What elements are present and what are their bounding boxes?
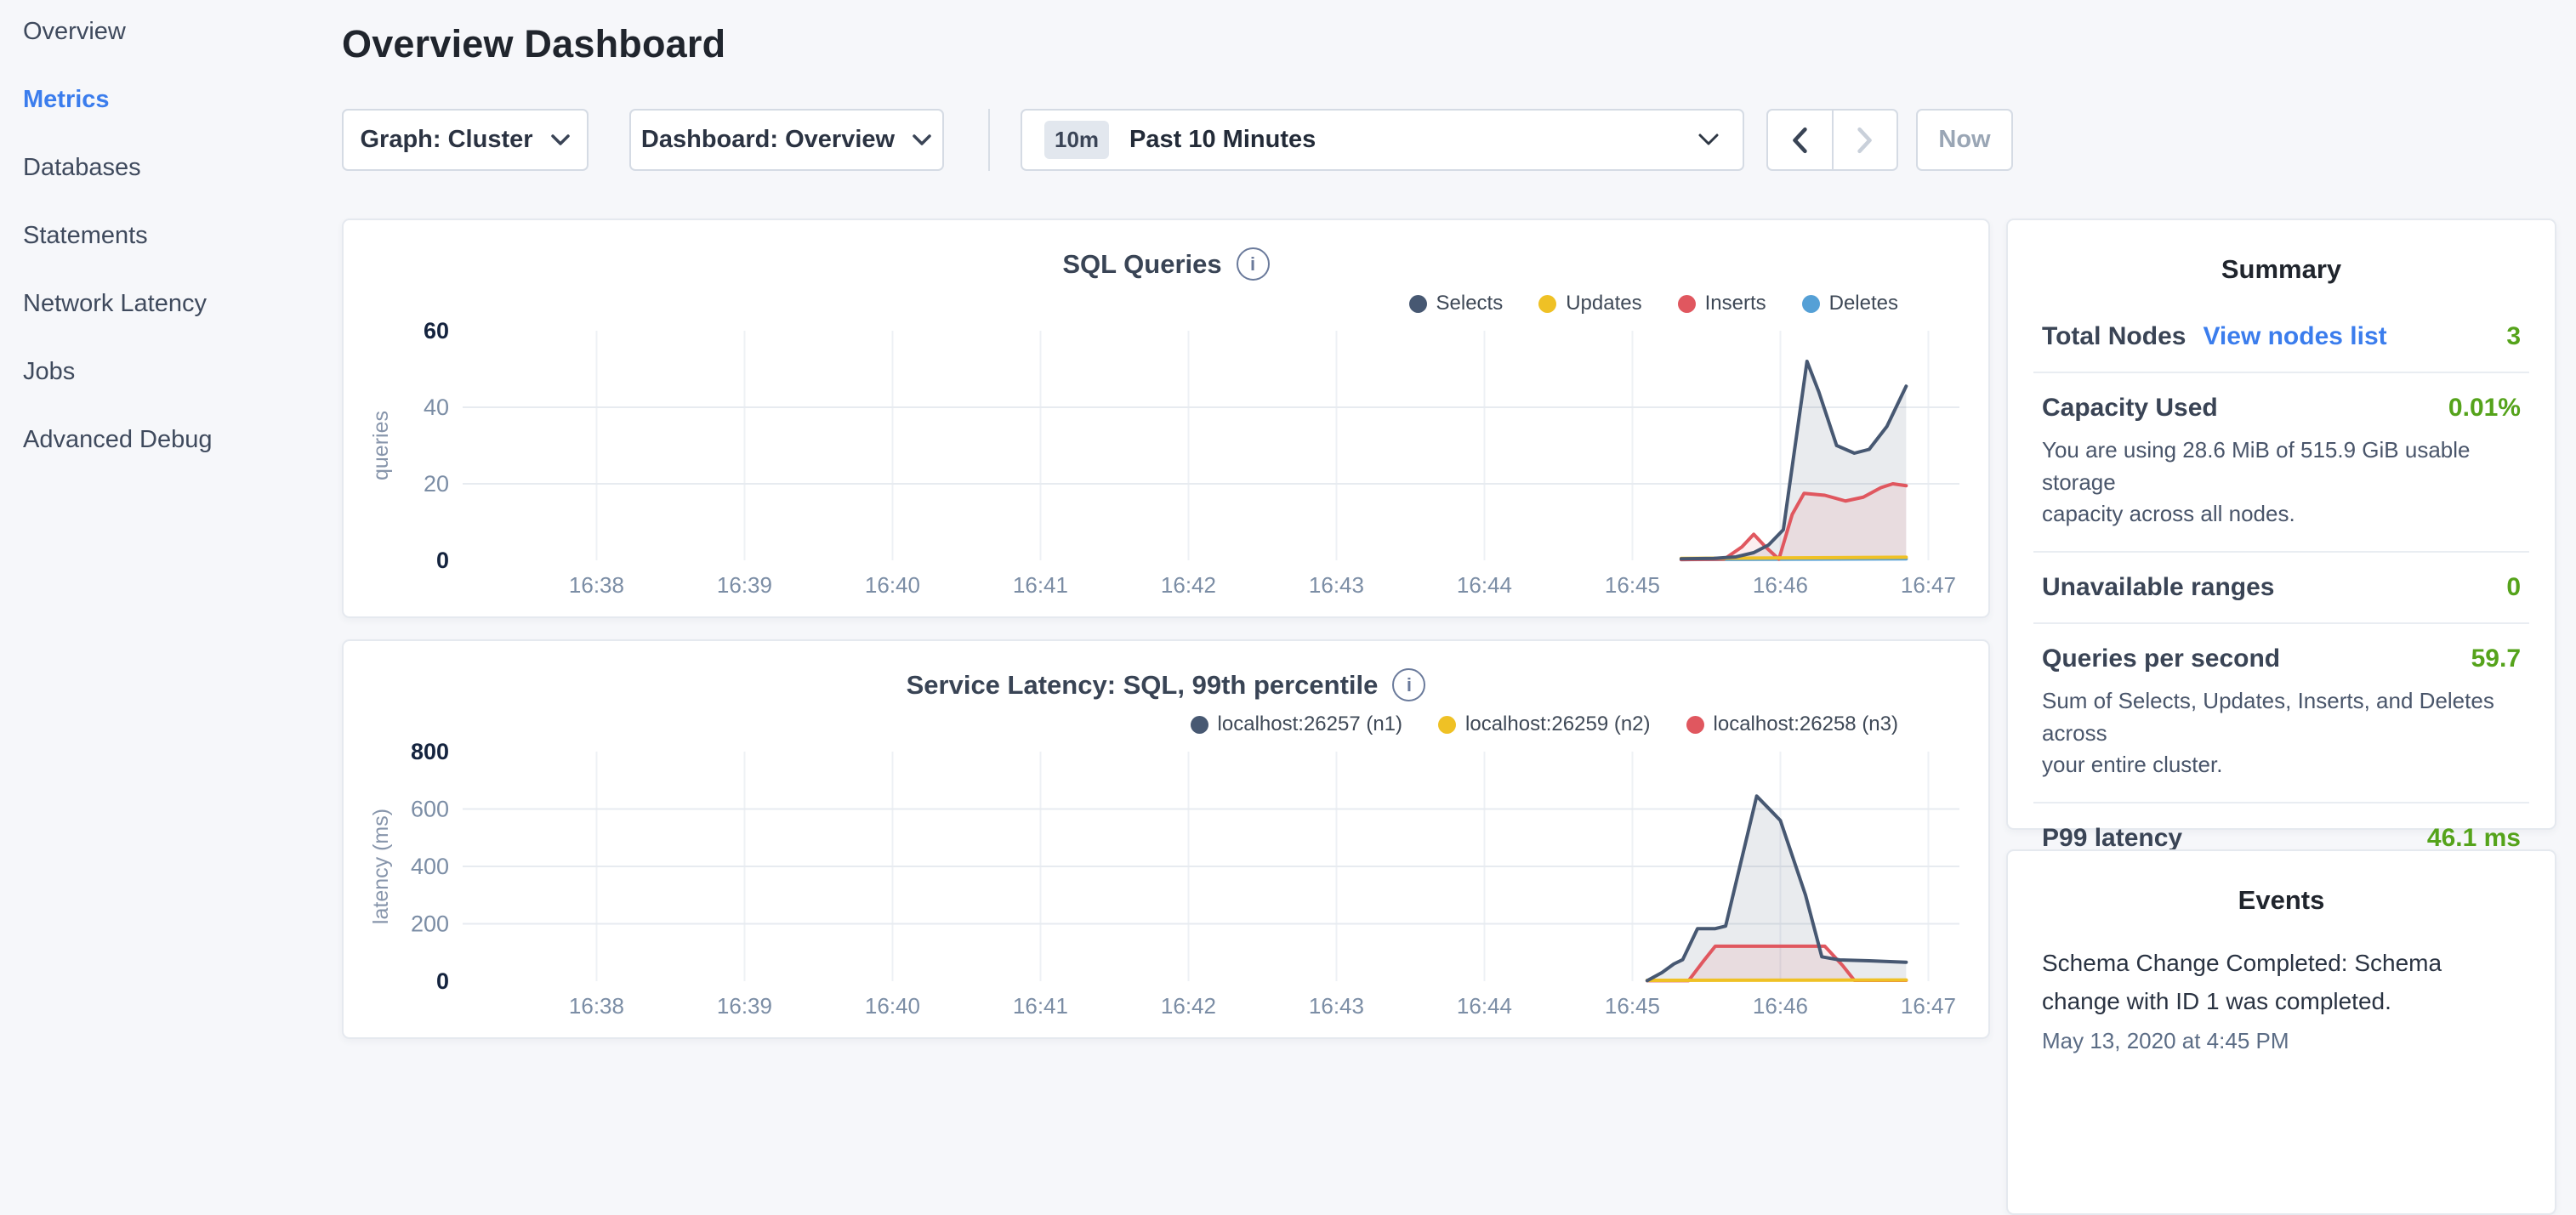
capacity-used-description: You are using 28.6 MiB of 515.9 GiB usab…	[2042, 434, 2521, 531]
svg-text:800: 800	[411, 739, 449, 764]
svg-text:16:39: 16:39	[717, 572, 772, 598]
total-nodes-label: Total Nodes	[2042, 322, 2186, 351]
unavailable-ranges-label: Unavailable ranges	[2042, 573, 2274, 602]
svg-text:600: 600	[411, 797, 449, 822]
dashboard-dropdown-label: Dashboard: Overview	[641, 126, 895, 154]
svg-text:latency (ms): latency (ms)	[369, 809, 393, 924]
service-latency-chart[interactable]: 16:38 16:39 16:40 16:41 16:42 16:43 16:44 16:45…	[344, 641, 1988, 1037]
svg-text:16:45: 16:45	[1605, 572, 1660, 598]
svg-text:16:42: 16:42	[1161, 993, 1216, 1019]
svg-text:0: 0	[436, 548, 449, 573]
summary-row-unavailable-ranges: Unavailable ranges 0	[2033, 553, 2529, 624]
view-nodes-list-link[interactable]: View nodes list	[2203, 322, 2386, 351]
svg-text:16:43: 16:43	[1309, 572, 1364, 598]
sidebar-item-network-latency[interactable]: Network Latency	[23, 286, 213, 321]
dashboard-dropdown[interactable]: Dashboard: Overview	[629, 109, 944, 171]
chevron-down-icon	[550, 134, 571, 146]
now-button[interactable]: Now	[1916, 109, 2013, 171]
unavailable-ranges-value: 0	[2506, 573, 2521, 602]
queries-per-second-label: Queries per second	[2042, 644, 2280, 673]
svg-text:200: 200	[411, 911, 449, 937]
svg-text:16:40: 16:40	[865, 993, 920, 1019]
time-range-label: Past 10 Minutes	[1129, 126, 1316, 154]
time-pager	[1766, 109, 1898, 171]
time-range-badge: 10m	[1044, 121, 1109, 159]
event-timestamp: May 13, 2020 at 4:45 PM	[2042, 1028, 2521, 1054]
chevron-down-icon	[912, 134, 932, 146]
service-latency-chart-panel: Service Latency: SQL, 99th percentile i …	[342, 639, 1990, 1039]
total-nodes-value: 3	[2506, 322, 2521, 351]
svg-text:16:38: 16:38	[569, 993, 624, 1019]
svg-text:16:47: 16:47	[1901, 572, 1956, 598]
time-next-button[interactable]	[1832, 111, 1897, 169]
svg-text:16:46: 16:46	[1753, 572, 1808, 598]
svg-text:20: 20	[424, 471, 449, 497]
page-title: Overview Dashboard	[342, 22, 725, 66]
svg-text:16:47: 16:47	[1901, 993, 1956, 1019]
events-title: Events	[2033, 851, 2529, 933]
svg-text:16:44: 16:44	[1457, 993, 1512, 1019]
sidebar-item-jobs[interactable]: Jobs	[23, 354, 213, 389]
time-range-picker[interactable]: 10m Past 10 Minutes	[1021, 109, 1744, 171]
sql-queries-chart[interactable]: 16:38 16:39 16:40 16:41 16:42 16:43 16:44 16:45…	[344, 220, 1988, 616]
svg-text:0: 0	[436, 968, 449, 994]
sidebar-item-databases[interactable]: Databases	[23, 150, 213, 185]
sidebar-item-advanced-debug[interactable]: Advanced Debug	[23, 422, 213, 457]
svg-text:40: 40	[424, 395, 449, 420]
svg-text:16:46: 16:46	[1753, 993, 1808, 1019]
svg-text:queries: queries	[369, 411, 393, 480]
summary-panel: Summary Total Nodes View nodes list 3 Ca…	[2006, 219, 2556, 830]
svg-text:16:42: 16:42	[1161, 572, 1216, 598]
svg-text:16:43: 16:43	[1309, 993, 1364, 1019]
queries-per-second-description: Sum of Selects, Updates, Inserts, and De…	[2042, 685, 2521, 781]
graph-dropdown[interactable]: Graph: Cluster	[342, 109, 589, 171]
svg-text:16:45: 16:45	[1605, 993, 1660, 1019]
events-panel: Events Schema Change Completed: Schema c…	[2006, 849, 2556, 1215]
svg-text:16:41: 16:41	[1013, 572, 1068, 598]
capacity-used-label: Capacity Used	[2042, 394, 2218, 423]
queries-per-second-value: 59.7	[2471, 644, 2521, 673]
time-prev-button[interactable]	[1768, 111, 1832, 169]
summary-row-queries-per-second: Queries per second 59.7 Sum of Selects, …	[2033, 624, 2529, 803]
summary-row-total-nodes: Total Nodes View nodes list 3	[2033, 302, 2529, 373]
event-text: Schema Change Completed: Schema change w…	[2042, 945, 2521, 1021]
summary-title: Summary	[2033, 220, 2529, 302]
svg-text:16:44: 16:44	[1457, 572, 1512, 598]
svg-text:16:38: 16:38	[569, 572, 624, 598]
svg-text:60: 60	[424, 318, 449, 343]
chevron-left-icon	[1790, 126, 1809, 155]
svg-text:16:39: 16:39	[717, 993, 772, 1019]
capacity-used-value: 0.01%	[2448, 394, 2521, 423]
chevron-right-icon	[1856, 126, 1874, 155]
graph-dropdown-label: Graph: Cluster	[360, 126, 532, 154]
controls-divider	[988, 109, 990, 171]
sidebar-item-statements[interactable]: Statements	[23, 218, 213, 253]
sidebar-item-overview[interactable]: Overview	[23, 14, 213, 49]
svg-text:400: 400	[411, 854, 449, 879]
sidebar-item-metrics[interactable]: Metrics	[23, 82, 213, 117]
sql-queries-chart-panel: SQL Queries i Selects Updates Inserts De…	[342, 219, 1990, 618]
chevron-down-icon	[1697, 133, 1720, 147]
sidebar: Overview Metrics Databases Statements Ne…	[23, 14, 213, 490]
event-list-item[interactable]: Schema Change Completed: Schema change w…	[2033, 933, 2529, 1054]
svg-text:16:40: 16:40	[865, 572, 920, 598]
svg-text:16:41: 16:41	[1013, 993, 1068, 1019]
summary-row-capacity-used: Capacity Used 0.01% You are using 28.6 M…	[2033, 373, 2529, 553]
